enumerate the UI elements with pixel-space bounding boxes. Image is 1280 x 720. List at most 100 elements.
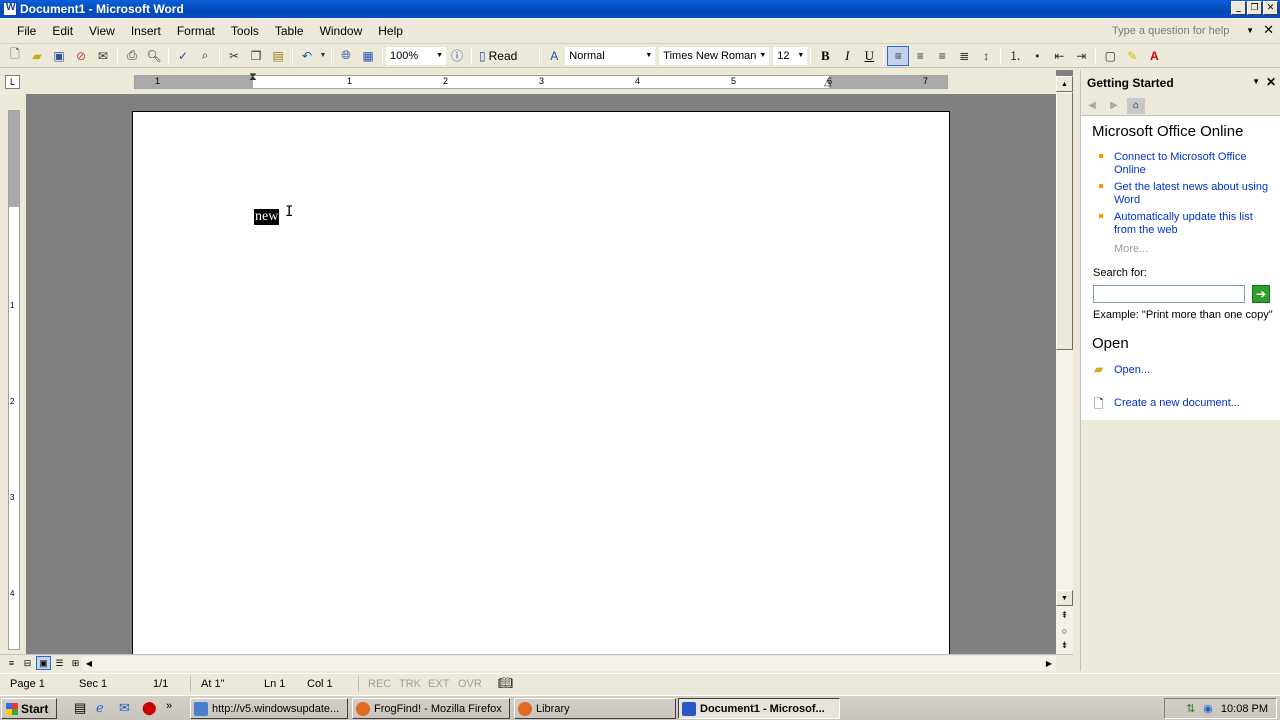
save-icon[interactable]: ▣ <box>48 46 70 66</box>
research-icon[interactable]: ⌕ <box>194 46 216 66</box>
chevron-down-icon[interactable]: ▼ <box>1252 77 1260 86</box>
close-icon[interactable]: ✕ <box>1266 75 1276 89</box>
vertical-ruler[interactable]: 1 2 3 4 <box>8 110 20 650</box>
read-button[interactable]: ▯ Read <box>475 49 521 63</box>
taskbar-item-word[interactable]: Document1 - Microsof... <box>678 698 840 719</box>
taskbar-item-windowsupdate[interactable]: http://v5.windowsupdate... <box>190 698 348 719</box>
quick-launch-more-icon[interactable]: » <box>166 700 172 712</box>
horizontal-scrollbar[interactable]: ◀ ▶ <box>82 656 1056 671</box>
borders-icon[interactable]: ▢ <box>1099 46 1121 66</box>
taskbar-item-frogfind[interactable]: FrogFind! - Mozilla Firefox <box>352 698 510 719</box>
italic-button[interactable]: I <box>836 46 858 66</box>
right-indent-marker[interactable]: △ <box>824 77 832 88</box>
next-page-icon[interactable]: ⇟ <box>1056 638 1073 653</box>
selected-text[interactable]: new <box>254 209 280 225</box>
normal-view-icon[interactable]: ≡ <box>4 656 19 670</box>
back-icon[interactable]: ◀ <box>1083 98 1101 114</box>
highlight-icon[interactable]: ✎ <box>1121 46 1143 66</box>
menu-insert[interactable]: Insert <box>123 24 169 38</box>
undo-dropdown-icon[interactable]: ▼ <box>318 46 328 66</box>
link-latest-news[interactable]: Get the latest news about using Word <box>1114 181 1274 207</box>
font-select[interactable]: Times New Roman ▼ <box>659 46 770 65</box>
numbering-icon[interactable]: ⒈ <box>1004 46 1026 66</box>
email-icon[interactable]: ✉ <box>92 46 114 66</box>
search-go-button[interactable]: ➔ <box>1252 285 1270 303</box>
print-icon[interactable]: ⎙ <box>121 46 143 66</box>
status-ext[interactable]: EXT <box>428 678 449 690</box>
tab-selector[interactable]: L <box>5 75 20 89</box>
select-browse-object-icon[interactable]: ○ <box>1056 623 1073 638</box>
align-left-icon[interactable]: ≡ <box>887 45 910 66</box>
link-connect-office-online[interactable]: Connect to Microsoft Office Online <box>1114 151 1274 177</box>
search-input[interactable] <box>1093 285 1245 303</box>
copy-icon[interactable]: ❐ <box>245 46 267 66</box>
update-icon[interactable]: ◉ <box>1203 702 1213 715</box>
restore-button[interactable]: ❐ <box>1247 1 1262 15</box>
start-button[interactable]: Start <box>1 698 57 719</box>
bullets-icon[interactable]: • <box>1026 46 1048 66</box>
reading-layout-icon[interactable]: ⊞ <box>68 656 83 670</box>
vertical-scrollbar[interactable]: ▲ ▼ ⇞ ○ ⇟ <box>1056 76 1073 656</box>
menu-window[interactable]: Window <box>312 24 371 38</box>
clock[interactable]: 10:08 PM <box>1221 703 1268 715</box>
scroll-right-button[interactable]: ▶ <box>1042 656 1056 671</box>
permission-icon[interactable]: ⊘ <box>70 46 92 66</box>
menu-table[interactable]: Table <box>267 24 312 38</box>
home-icon[interactable]: ⌂ <box>1127 97 1145 114</box>
scroll-thumb[interactable] <box>1056 92 1073 350</box>
line-spacing-icon[interactable]: ↕ <box>975 46 997 66</box>
document-page[interactable]: new I <box>132 111 950 660</box>
first-line-indent-marker[interactable]: ⧗ <box>249 71 257 84</box>
menu-format[interactable]: Format <box>169 24 223 38</box>
network-icon[interactable]: ⇅ <box>1186 702 1195 715</box>
opera-icon[interactable]: ⬤ <box>142 700 157 716</box>
paste-icon[interactable]: ▤ <box>267 46 289 66</box>
spelling-status-icon[interactable]: 📖︎ <box>498 676 513 690</box>
undo-icon[interactable]: ↶ <box>296 46 318 66</box>
menu-help[interactable]: Help <box>370 24 411 38</box>
increase-indent-icon[interactable]: ⇥ <box>1070 46 1092 66</box>
document-close-icon[interactable]: ✕ <box>1263 22 1274 38</box>
table-icon[interactable]: ▦ <box>357 46 379 66</box>
open-link[interactable]: Open... <box>1114 364 1274 377</box>
word-app-icon[interactable] <box>3 2 17 16</box>
previous-page-icon[interactable]: ⇞ <box>1056 608 1073 623</box>
scroll-left-button[interactable]: ◀ <box>82 656 96 671</box>
hyperlink-icon[interactable]: 🌐︎ <box>335 46 357 66</box>
zoom-select[interactable]: 100% ▼ <box>386 46 446 65</box>
show-desktop-icon[interactable]: ▤ <box>74 700 86 716</box>
chevron-down-icon[interactable]: ▼ <box>1246 26 1254 35</box>
style-select[interactable]: Normal ▼ <box>565 46 656 65</box>
print-layout-icon[interactable]: ▣ <box>36 656 51 670</box>
title-bar[interactable]: Document1 - Microsoft Word _ ❐ ✕ <box>0 0 1280 18</box>
scroll-up-button[interactable]: ▲ <box>1056 76 1073 92</box>
help-icon[interactable]: ⓘ <box>446 46 468 66</box>
forward-icon[interactable]: ▶ <box>1105 98 1123 114</box>
menu-edit[interactable]: Edit <box>44 24 81 38</box>
align-right-icon[interactable]: ≡ <box>931 46 953 66</box>
menu-tools[interactable]: Tools <box>223 24 267 38</box>
status-ovr[interactable]: OVR <box>458 678 482 690</box>
help-search-box[interactable]: Type a question for help ▼ <box>1108 22 1254 39</box>
underline-button[interactable]: U <box>858 46 880 66</box>
link-auto-update[interactable]: Automatically update this list from the … <box>1114 211 1274 237</box>
decrease-indent-icon[interactable]: ⇤ <box>1048 46 1070 66</box>
internet-explorer-icon[interactable]: ℯ <box>96 700 104 716</box>
font-size-select[interactable]: 12 ▼ <box>773 46 808 65</box>
minimize-button[interactable]: _ <box>1231 1 1246 15</box>
status-trk[interactable]: TRK <box>399 678 421 690</box>
outline-view-icon[interactable]: ☰ <box>52 656 67 670</box>
more-link[interactable]: More... <box>1114 243 1148 255</box>
open-folder-icon[interactable]: ▰ <box>26 46 48 66</box>
create-new-document-link[interactable]: Create a new document... <box>1114 397 1274 410</box>
outlook-express-icon[interactable]: ✉ <box>119 700 130 716</box>
taskbar-item-library[interactable]: Library <box>514 698 676 719</box>
menu-view[interactable]: View <box>81 24 123 38</box>
status-rec[interactable]: REC <box>368 678 391 690</box>
print-preview-icon[interactable]: 🔍︎ <box>143 46 165 66</box>
justify-icon[interactable]: ≣ <box>953 46 975 66</box>
close-button[interactable]: ✕ <box>1263 1 1278 15</box>
styles-formatting-icon[interactable]: A <box>543 46 565 66</box>
bold-button[interactable]: B <box>814 46 836 66</box>
spelling-icon[interactable]: ✓ <box>172 46 194 66</box>
